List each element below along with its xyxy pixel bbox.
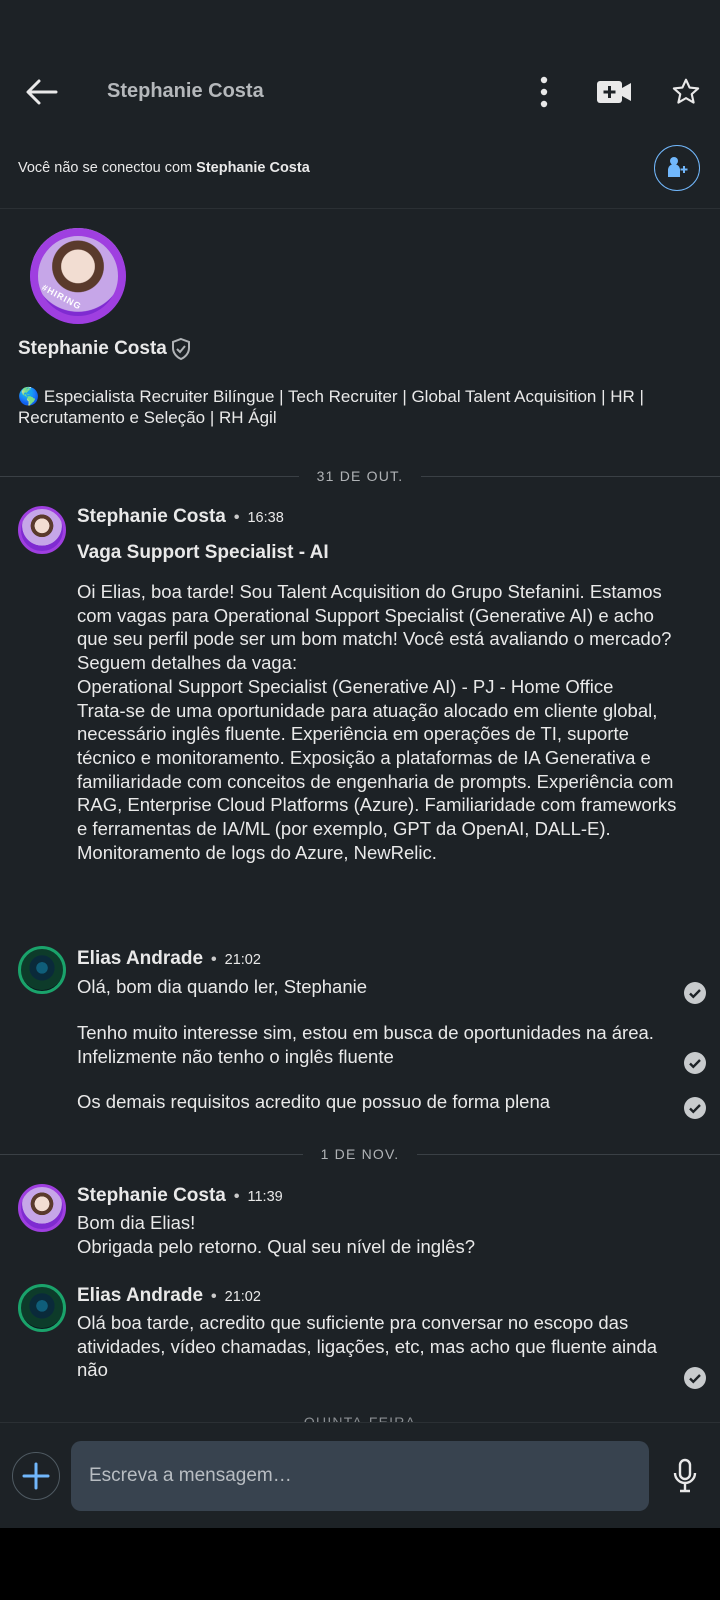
separator-dot: • [211, 951, 217, 968]
sender-avatar[interactable] [18, 946, 66, 994]
message-body: Os demais requisitos acredito que possuo… [77, 1091, 551, 1112]
separator-dot: • [233, 1188, 240, 1205]
top-app-bar: Stephanie Costa [0, 0, 720, 140]
message-time: 21:02 [224, 1289, 261, 1305]
back-arrow-icon[interactable] [22, 72, 62, 112]
sender-avatar[interactable] [18, 506, 66, 554]
profile-headline: 🌎 Especialista Recruiter Bilíngue | Tech… [18, 387, 644, 427]
connection-notice: Você não se conectou com Stephanie Costa [18, 160, 310, 176]
message-time: 11:39 [247, 1189, 283, 1205]
message-body: Oi Elias, boa tarde! Sou Talent Acquisit… [77, 581, 677, 863]
star-icon[interactable] [670, 76, 702, 108]
verified-shield-icon [170, 337, 192, 361]
message-header: Elias Andrade • 21:02 [77, 1285, 261, 1307]
video-call-icon[interactable] [596, 76, 632, 108]
message-time: 16:38 [247, 510, 284, 526]
message-input[interactable] [71, 1441, 649, 1511]
separator-dot: • [211, 1288, 217, 1305]
date-divider-label: QUINTA-FEIRA [285, 1414, 435, 1422]
attach-button[interactable] [12, 1452, 60, 1500]
system-navigation-bar [0, 1528, 720, 1600]
microphone-icon[interactable] [672, 1458, 698, 1494]
more-options-icon[interactable] [530, 72, 558, 112]
read-receipt-icon [684, 1097, 706, 1119]
message-subject: Vaga Support Specialist - AI [77, 542, 329, 563]
message-body: Olá boa tarde, acredito que suficiente p… [77, 1312, 658, 1381]
profile-avatar[interactable]: #HIRING [30, 228, 126, 324]
sender-name[interactable]: Stephanie Costa [77, 1185, 226, 1206]
separator-dot: • [233, 509, 240, 526]
sender-name[interactable]: Elias Andrade [77, 948, 203, 969]
date-divider: 1 DE NOV. [0, 1146, 720, 1162]
date-divider: QUINTA-FEIRA [0, 1414, 720, 1422]
read-receipt-icon [684, 1367, 706, 1389]
connection-notice-text: Você não se conectou com [18, 160, 197, 176]
message-body: Olá, bom dia quando ler, Stephanie [77, 976, 368, 997]
add-connection-button[interactable] [654, 145, 700, 191]
read-receipt-icon [684, 982, 706, 1004]
sender-name[interactable]: Stephanie Costa [77, 506, 226, 527]
profile-name[interactable]: Stephanie Costa [18, 338, 167, 360]
read-receipt-icon [684, 1052, 706, 1074]
message-body: Bom dia Elias! Obrigada pelo retorno. Qu… [77, 1212, 476, 1257]
date-divider: 31 DE OUT. [0, 468, 720, 484]
conversation-title: Stephanie Costa [107, 80, 264, 102]
message-body: Tenho muito interesse sim, estou em busc… [77, 1022, 654, 1067]
message-header: Elias Andrade • 21:02 [77, 948, 261, 970]
sender-avatar[interactable] [18, 1284, 66, 1332]
message-time: 21:02 [224, 952, 261, 968]
date-divider-label: 31 DE OUT. [298, 468, 422, 484]
message-header: Stephanie Costa • 11:39 [77, 1185, 283, 1207]
sender-avatar[interactable] [18, 1184, 66, 1232]
sender-name[interactable]: Elias Andrade [77, 1285, 203, 1306]
connection-notice-name: Stephanie Costa [196, 160, 310, 176]
date-divider-label: 1 DE NOV. [302, 1146, 418, 1162]
message-header: Stephanie Costa • 16:38 [77, 506, 284, 528]
